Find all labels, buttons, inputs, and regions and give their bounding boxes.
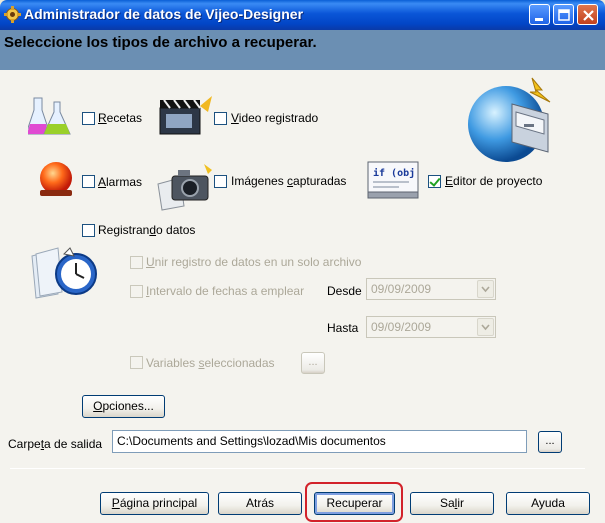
chevron-down-icon (481, 324, 490, 331)
close-icon (583, 10, 594, 21)
hasta-date-picker[interactable]: 09/09/2009 (366, 316, 496, 338)
maximize-icon (558, 9, 570, 21)
alarm-light-icon (40, 162, 72, 196)
imagenes-label[interactable]: Imágenes capturadas (231, 174, 346, 188)
editor-checkbox[interactable] (428, 175, 441, 188)
close-button[interactable] (577, 4, 598, 25)
output-browse-button[interactable]: ... (538, 431, 562, 453)
wizard-header: Seleccione los tipos de archivo a recupe… (0, 30, 605, 70)
desde-date-picker[interactable]: 09/09/2009 (366, 278, 496, 300)
chevron-down-icon (481, 286, 490, 293)
video-checkbox[interactable] (214, 112, 227, 125)
camera-capture-icon (157, 164, 212, 211)
variables-label[interactable]: Variables seleccionadas (146, 356, 275, 370)
exit-button[interactable]: Salir (410, 492, 494, 515)
video-label[interactable]: Video registrado (231, 111, 318, 125)
alarmas-checkbox[interactable] (82, 175, 95, 188)
code-editor-icon: if (obj (367, 161, 419, 199)
intervalo-label[interactable]: Intervalo de fechas a emplear (146, 284, 304, 298)
imagenes-checkbox[interactable] (214, 175, 227, 188)
recipes-flask-icon (28, 97, 71, 135)
intervalo-checkbox[interactable] (130, 285, 143, 298)
desde-label: Desde (327, 284, 362, 298)
video-clapper-icon (159, 96, 212, 135)
minimize-button[interactable] (529, 4, 550, 25)
home-button[interactable]: Página principal (100, 492, 209, 515)
desde-dropdown-button[interactable] (477, 280, 494, 298)
editor-label[interactable]: Editor de proyecto (445, 174, 542, 188)
recetas-label[interactable]: Recetas (98, 111, 142, 125)
variables-browse-button[interactable]: ... (301, 352, 325, 374)
help-button[interactable]: Ayuda (506, 492, 590, 515)
alarmas-label[interactable]: Alarmas (98, 175, 142, 189)
unir-checkbox[interactable] (130, 256, 143, 269)
hasta-dropdown-button[interactable] (477, 318, 494, 336)
unir-label[interactable]: Unir registro de datos en un solo archiv… (146, 255, 361, 269)
app-gear-icon (4, 6, 21, 23)
footer-separator (10, 468, 585, 469)
data-logging-clock-icon (31, 247, 97, 299)
retrieve-button[interactable]: Recuperar (314, 492, 395, 515)
variables-checkbox[interactable] (130, 356, 143, 369)
window-title: Administrador de datos de Vijeo-Designer (24, 6, 304, 22)
hasta-date-value: 09/09/2009 (371, 320, 432, 334)
svg-text:if (obj: if (obj (373, 167, 415, 179)
registrando-label[interactable]: Registrando datos (98, 223, 195, 237)
output-folder-field[interactable]: C:\Documents and Settings\lozad\Mis docu… (112, 430, 527, 453)
header-instruction: Seleccione los tipos de archivo a recupe… (4, 34, 317, 51)
registrando-checkbox[interactable] (82, 224, 95, 237)
opciones-button[interactable]: Opciones... (82, 395, 165, 418)
title-bar[interactable]: Administrador de datos de Vijeo-Designer (0, 0, 605, 30)
desde-date-value: 09/09/2009 (371, 282, 432, 296)
hasta-label: Hasta (327, 321, 359, 335)
recetas-checkbox[interactable] (82, 112, 95, 125)
minimize-icon (535, 18, 543, 21)
data-globe-drawer-icon (468, 77, 551, 162)
maximize-button[interactable] (553, 4, 574, 25)
back-button[interactable]: Atrás (218, 492, 302, 515)
output-folder-label: Carpeta de salida (8, 437, 103, 451)
